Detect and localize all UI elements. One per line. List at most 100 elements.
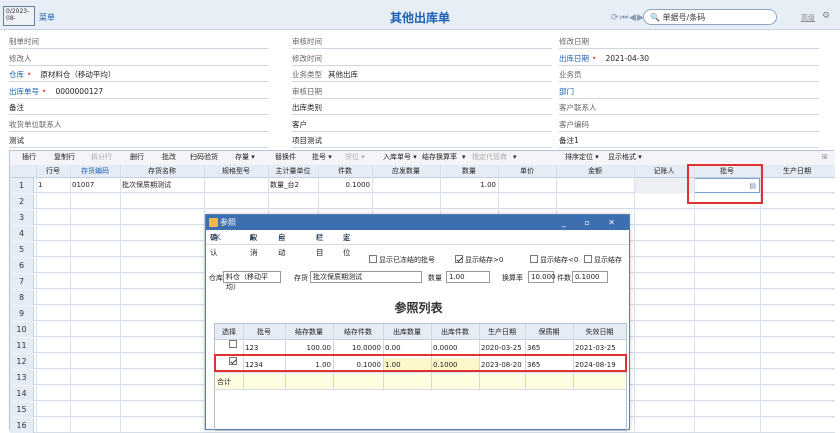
grid-settings-icon[interactable]: ⊞ [822,151,828,164]
checkbox-icon[interactable] [369,255,377,263]
form-field[interactable]: 制单时间 [9,36,269,49]
grid-tool-button[interactable]: 显示格式 ▾ [608,151,642,164]
advanced-search-link[interactable]: 高级 [801,13,815,23]
form-field-value[interactable]: 2021-04-30 [605,54,649,63]
reference-column-header[interactable]: 失效日期 [573,324,626,340]
grid-tool-button[interactable]: 复制行 [54,151,75,164]
row-number: 1 [10,178,34,193]
form-field[interactable]: 客户联系人 [559,102,819,115]
reference-column-header[interactable]: 出库数量 [383,324,431,340]
form-field[interactable]: 部门 [559,86,819,99]
grid-column-header[interactable]: 主计量单位 [268,165,318,177]
pieces-field[interactable]: 0.1000 [572,271,608,283]
grid-column-header[interactable]: 件数 [318,165,372,177]
grid-column-header[interactable]: 存货编码 [70,165,120,177]
checkbox-icon[interactable] [584,255,592,263]
inventory-field[interactable]: 批次保质期测试 [310,271,422,283]
grid-tool-button[interactable]: 入库单号 ▾ [383,151,417,164]
grid-cell-line[interactable]: 1 [36,178,70,193]
grid-column-header[interactable]: 应发数量 [372,165,440,177]
search-box[interactable]: 🔍 单据号/条码 [643,9,777,25]
grid-tool-button[interactable]: 存量 ▾ [235,151,255,164]
settings-icon[interactable]: ⚙ [822,11,830,21]
form-field[interactable]: 客户编码 [559,119,819,132]
dialog-tool-label: 栏目 [316,233,324,257]
window-controls[interactable]: _ ▫ ✕ [562,215,623,230]
grid-tool-button[interactable]: 扫码验货 [190,151,218,164]
grid-tool-button[interactable]: ▾ [513,151,517,164]
grid-tool-button[interactable]: 货位 ▾ [345,151,365,164]
grid-tool-button[interactable]: 指定代管商 [472,151,507,164]
form-field[interactable]: 出库单号 • 0000000127 [9,86,269,99]
form-field-label: 仓库 [9,70,24,79]
form-field[interactable]: 业务员 [559,69,819,82]
grid-tool-button[interactable]: ▾ [462,151,466,164]
grid-column-header[interactable]: 存货名称 [120,165,204,177]
option-checkbox[interactable]: 显示已冻结的批号 [369,255,435,265]
form-field[interactable]: 收货单位联系人 [9,119,269,132]
form-field[interactable]: 业务类型 其他出库 [292,69,552,82]
grid-cell-qty[interactable]: 1.00 [440,178,498,193]
form-field[interactable]: 备注1 [559,135,819,148]
form-field[interactable]: 出库类别 [292,102,552,115]
first-icon[interactable]: ⏮ [620,13,628,23]
grid-tool-button[interactable]: 批改 [162,151,176,164]
form-field[interactable]: 审核日期 [292,86,552,99]
grid-divider [634,165,635,431]
grid-column-header[interactable]: 行号 [36,165,70,177]
form-field-value[interactable]: 0000000127 [55,87,103,96]
reference-column-header[interactable]: 结存数量 [285,324,333,340]
grid-tool-button[interactable]: 拆分行 [91,151,112,164]
grid-column-header[interactable]: 数量 [440,165,498,177]
grid-column-header[interactable]: 金额 [556,165,634,177]
form-field-label: 制单时间 [9,37,39,46]
row-checkbox[interactable] [229,340,237,348]
reference-column-header[interactable]: 出库件数 [431,324,479,340]
checkbox-icon[interactable] [530,255,538,263]
grid-cell-pieces[interactable]: 0.1000 [318,178,372,193]
grid-tool-button[interactable]: 结存换算率 [422,151,457,164]
form-field[interactable]: 审核时间 [292,36,552,49]
form-field[interactable]: 修改时间 [292,53,552,66]
grid-tool-button[interactable]: 插行 [22,151,36,164]
form-field[interactable]: 修改人 [9,53,269,66]
grid-column-header[interactable]: 规格型号 [204,165,268,177]
form-field[interactable]: 项目测试 [292,135,552,148]
grid-tool-button[interactable]: 删行 [130,151,144,164]
refresh-icon[interactable]: ⟳ [611,13,619,23]
form-field[interactable]: 出库日期 • 2021-04-30 [559,53,819,66]
qty-field[interactable]: 1.00 [446,271,490,283]
option-checkbox[interactable]: 显示结存>0 [455,255,503,265]
grid-cell-unit[interactable]: 数量_台2 [268,178,318,193]
reference-column-header[interactable]: 选择 [215,324,243,340]
form-field-value[interactable]: 原材料仓（移动平均） [40,70,115,79]
option-checkbox[interactable]: 显示结存 [584,255,622,265]
grid-column-header[interactable]: 单价 [498,165,556,177]
checkbox-icon[interactable] [455,255,463,263]
reference-column-header[interactable]: 生产日期 [479,324,525,340]
form-field[interactable]: 修改日期 [559,36,819,49]
form-field[interactable]: 备注 [9,102,269,115]
grid-column-header[interactable]: 生产日期 [760,165,834,177]
grid-cell-name[interactable]: 批次保质期测试 [120,178,204,193]
grid-cell-code[interactable]: 01007 [70,178,120,193]
form-field-label: 修改时间 [292,53,322,63]
option-checkbox[interactable]: 显示结存<0 [530,255,578,265]
grid-tool-button[interactable]: 排序定位 ▾ [565,151,599,164]
option-label: 显示结存 [594,256,622,264]
grid-column-header[interactable]: 记账人 [634,165,694,177]
warehouse-field[interactable]: 料仓（移动平均） [223,271,281,291]
reference-column-header[interactable]: 结存件数 [333,324,383,340]
form-field[interactable]: 客户 [292,119,552,132]
grid-tool-button[interactable]: 替换件 [275,151,296,164]
reference-column-header[interactable]: 批号 [243,324,285,340]
inventory-label: 存货 [294,274,308,282]
grid-tool-button[interactable]: 批号 ▾ [312,151,332,164]
window-icon [209,218,218,227]
form-field[interactable]: 仓库 • 原材料仓（移动平均） [9,69,269,82]
rate-field[interactable]: 10.000 [528,271,556,283]
form-field-value[interactable]: 其他出库 [328,70,358,79]
form-field[interactable]: 测试 [9,135,269,148]
reference-column-header[interactable]: 保质期 [525,324,573,340]
prev-icon[interactable]: ◀ [629,13,636,23]
